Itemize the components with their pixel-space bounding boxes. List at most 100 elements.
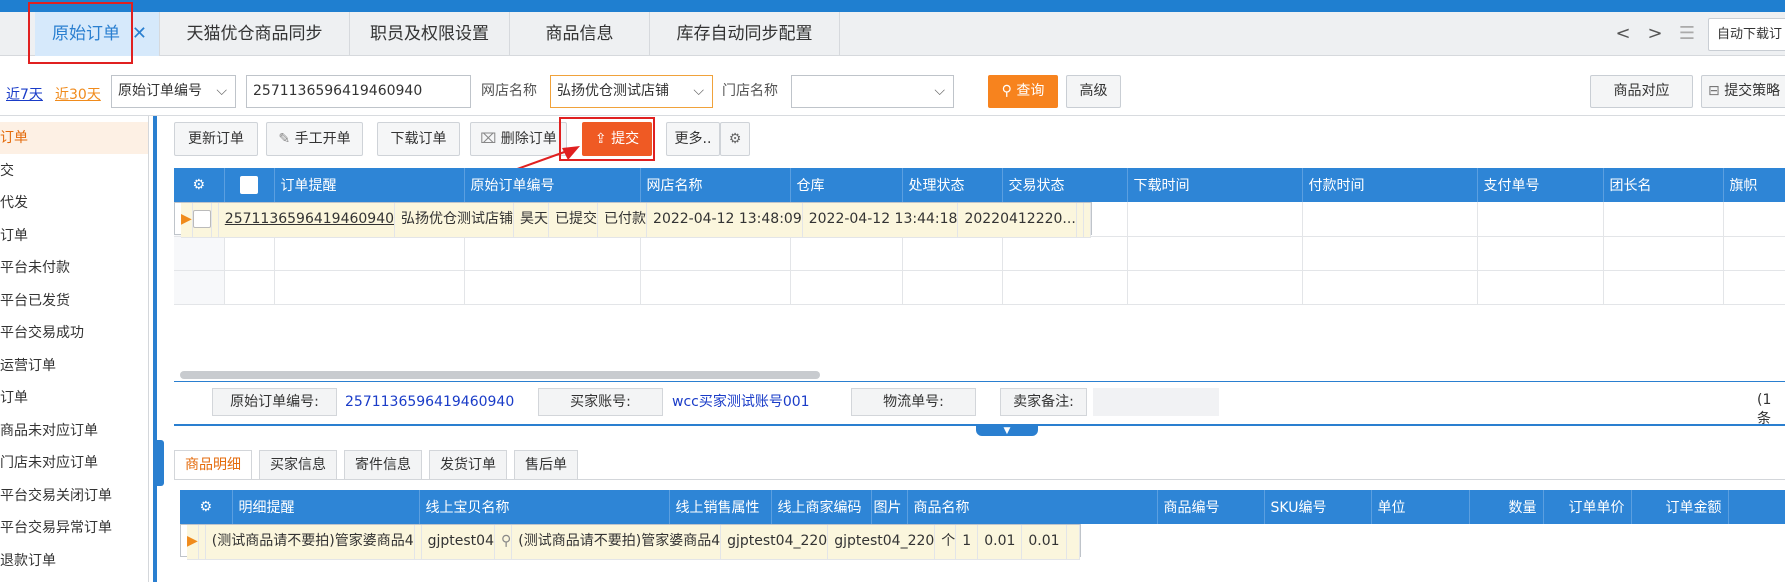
order-number-input[interactable]: 2571136596419460940 — [246, 75, 471, 108]
tab-tmall-sync[interactable]: 天猫优仓商品同步 — [160, 12, 350, 56]
col-warehouse[interactable]: 仓库 — [790, 168, 903, 202]
col-order-remind[interactable]: 订单提醒 — [274, 168, 465, 202]
chevron-down-icon: ⌵ — [934, 83, 945, 99]
sidebar-item[interactable]: 平台交易关闭订单 — [0, 480, 148, 512]
sidebar-item[interactable]: 代发 — [0, 187, 148, 219]
details-grid: ⚙ 明细提醒 线上宝贝名称 线上销售属性 线上商家编码 图片 商品名称 商品编号… — [180, 490, 1785, 582]
col-pay-time[interactable]: 付款时间 — [1302, 168, 1478, 202]
sidebar-item[interactable]: 退款订单 — [0, 545, 148, 577]
col-sku[interactable]: SKU编号 — [1264, 490, 1372, 524]
shop-name-select[interactable]: 弘扬优仓测试店铺 ⌵ — [550, 75, 713, 108]
col-amount[interactable]: 订单金额 — [1631, 490, 1729, 524]
col-trade-status[interactable]: 交易状态 — [1002, 168, 1128, 202]
panel-splitter[interactable] — [153, 116, 157, 582]
gear-icon[interactable]: ⚙ — [720, 122, 750, 156]
cell-remind — [211, 203, 219, 238]
info-order-no-value: 2571136596419460940 — [345, 394, 515, 410]
col-tax[interactable]: 税金 — [1728, 490, 1785, 524]
collapse-sidebar-handle[interactable] — [154, 440, 164, 486]
col-image[interactable]: 图片 — [871, 490, 908, 524]
tab-menu-icon[interactable]: ☰ — [1672, 12, 1702, 56]
shop-name-value: 弘扬优仓测试店铺 — [557, 83, 669, 99]
col-unit-price[interactable]: 订单单价 — [1543, 490, 1632, 524]
query-button[interactable]: ⚲ 查询 — [988, 75, 1058, 108]
sidebar-item[interactable]: 平台交易成功 — [0, 317, 148, 349]
tab-stock-sync-config[interactable]: 库存自动同步配置 — [650, 12, 840, 56]
search-field-value: 原始订单编号 — [118, 83, 202, 99]
chevron-down-icon: ⌵ — [693, 83, 704, 99]
sidebar-item[interactable]: 订单 — [0, 382, 148, 414]
info-buyer-label: 买家账号: — [538, 388, 663, 416]
product-mapping-button[interactable]: 商品对应 — [1590, 75, 1693, 108]
refresh-orders-button[interactable]: 更新订单 — [174, 122, 258, 156]
tab-prev-icon[interactable]: < — [1608, 12, 1638, 56]
tab-after-sales[interactable]: 售后单 — [514, 450, 578, 480]
sidebar: 订单交代发 订单 平台未付款 平台已发货 平台交易成功 运营订单 订单 商品未对应订单 门店未对… — [0, 116, 149, 582]
col-flag[interactable]: 旗帜 — [1723, 168, 1785, 202]
sidebar-item[interactable]: 平台已发货 — [0, 285, 148, 317]
col-product-name[interactable]: 商品名称 — [907, 490, 1158, 524]
select-all-checkbox[interactable] — [224, 168, 275, 202]
tab-sender-info[interactable]: 寄件信息 — [344, 450, 422, 480]
sidebar-item[interactable]: 商品未对应订单 — [0, 415, 148, 447]
more-button[interactable]: 更多.. — [666, 122, 720, 156]
col-proc-status[interactable]: 处理状态 — [902, 168, 1003, 202]
info-seller-note-label: 卖家备注: — [1000, 388, 1087, 416]
col-leader[interactable]: 团长名 — [1603, 168, 1724, 202]
col-merchant-code[interactable]: 线上商家编码 — [771, 490, 872, 524]
sidebar-item[interactable]: 运营订单 — [0, 350, 148, 382]
col-online-attr[interactable]: 线上销售属性 — [669, 490, 772, 524]
tab-delivery-orders[interactable]: 发货订单 — [429, 450, 507, 480]
cell-online-name: (测试商品请不要拍)管家婆商品4 — [205, 525, 415, 560]
cell-download-time: 2022-04-12 13:48:09 — [646, 203, 803, 238]
col-download-time[interactable]: 下载时间 — [1127, 168, 1303, 202]
row-checkbox[interactable] — [192, 203, 212, 238]
pencil-icon: ✎ — [278, 131, 295, 147]
col-order-no[interactable]: 原始订单编号 — [464, 168, 641, 202]
sidebar-item[interactable]: 门店未对应订单 — [0, 447, 148, 479]
cell-detail-remind — [198, 525, 206, 560]
col-pay-no[interactable]: 支付单号 — [1477, 168, 1604, 202]
horizontal-scrollbar[interactable] — [180, 371, 820, 379]
manual-order-button[interactable]: ✎ 手工开单 — [266, 122, 363, 156]
cell-shop: 弘扬优仓测试店铺 — [394, 203, 515, 238]
store-name-select[interactable]: ⌵ — [791, 75, 954, 108]
submit-policy-button[interactable]: ⊟ 提交策略 — [1701, 75, 1785, 108]
grid-settings-icon[interactable]: ⚙ — [174, 168, 225, 202]
cell-amount: 0.01 — [1021, 525, 1067, 560]
cell-merchant-code: gjptest04 — [421, 525, 496, 560]
auto-download-button[interactable]: 自动下载订 — [1708, 18, 1785, 51]
col-shop[interactable]: 网店名称 — [640, 168, 791, 202]
sidebar-item[interactable]: 交 — [0, 155, 148, 187]
sidebar-item[interactable]: 平台未付款 — [0, 252, 148, 284]
tab-product-info[interactable]: 商品信息 — [510, 12, 650, 56]
table-row[interactable]: ▶ 2571136596419460940 弘扬优仓测试店铺 昊天 已提交 已付… — [174, 202, 1092, 238]
tab-product-details[interactable]: 商品明细 — [174, 450, 252, 480]
tab-staff-permissions[interactable]: 职员及权限设置 — [350, 12, 510, 56]
close-icon[interactable]: ✕ — [132, 12, 147, 56]
search-field-select[interactable]: 原始订单编号 ⌵ — [111, 75, 236, 108]
col-unit[interactable]: 单位 — [1371, 490, 1470, 524]
col-online-name[interactable]: 线上宝贝名称 — [419, 490, 670, 524]
detail-grid-settings-icon[interactable]: ⚙ — [180, 490, 233, 524]
cell-proc-status: 已提交 — [548, 203, 599, 238]
cell-pay-no: 20220412220... — [957, 203, 1077, 238]
split-toggle-icon[interactable]: ▼ — [976, 426, 1038, 436]
table-row[interactable]: ▶ (测试商品请不要拍)管家婆商品4 gjptest04 ⚲ (测试商品请不要拍… — [180, 524, 1081, 560]
recent-7-days-link[interactable]: 近7天 — [6, 84, 43, 104]
sidebar-item[interactable]: 订单 — [0, 122, 148, 154]
sidebar-item[interactable]: 订单 — [0, 220, 148, 252]
col-product-code[interactable]: 商品编号 — [1157, 490, 1265, 524]
tab-next-icon[interactable]: > — [1640, 12, 1670, 56]
advanced-button[interactable]: 高级 — [1066, 75, 1121, 108]
cell-order-no-link[interactable]: 2571136596419460940 — [218, 203, 396, 238]
highlight-box-tab — [28, 2, 133, 64]
recent-30-days-link[interactable]: 近30天 — [55, 84, 101, 104]
col-qty[interactable]: 数量 — [1469, 490, 1544, 524]
col-detail-remind[interactable]: 明细提醒 — [232, 490, 420, 524]
sidebar-item[interactable]: 平台交易异常订单 — [0, 512, 148, 544]
filter-divider — [0, 115, 1785, 116]
tab-buyer-info[interactable]: 买家信息 — [259, 450, 337, 480]
shop-name-label: 网店名称 — [481, 83, 537, 99]
product-image-icon[interactable]: ⚲ — [494, 525, 513, 560]
